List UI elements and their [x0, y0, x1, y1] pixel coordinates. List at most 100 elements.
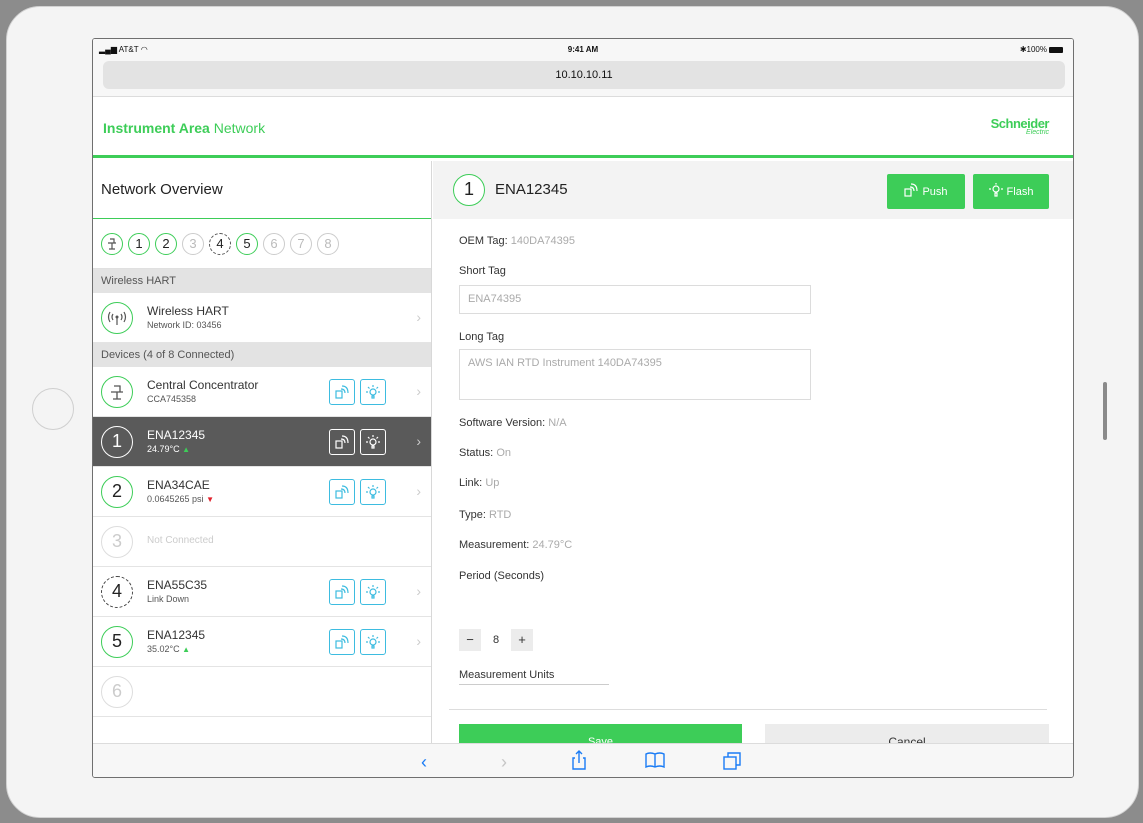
share-icon[interactable]: [571, 750, 587, 775]
chevron-right-icon: ›: [416, 633, 421, 649]
slot-7[interactable]: 7: [290, 232, 312, 255]
link-row: Link: Up: [459, 477, 500, 489]
chevron-right-icon: ›: [416, 383, 421, 399]
push-icon[interactable]: [329, 579, 355, 605]
tabs-icon[interactable]: [723, 752, 741, 775]
status-bar: ▂▄▆ AT&T ◠ 9:41 AM ✱100%: [93, 39, 1073, 59]
increment-button[interactable]: +: [511, 629, 533, 651]
list-item-sub: 35.02°C ▲: [147, 644, 191, 654]
flash-icon[interactable]: [360, 479, 386, 505]
list-item-sub: Network ID: 03456: [147, 320, 222, 330]
flash-icon[interactable]: [360, 579, 386, 605]
chevron-right-icon: ›: [416, 483, 421, 499]
chevron-right-icon: ›: [416, 583, 421, 599]
forward-icon[interactable]: ›: [501, 752, 507, 773]
list-item-sub: 0.0645265 psi ▼: [147, 494, 214, 504]
trend-up-icon: ▲: [182, 445, 191, 454]
network-overview-panel: Network Overview 1 2 3 4 5 6 7 8 Wireles…: [93, 161, 432, 743]
device-number-badge: 2: [101, 476, 133, 508]
back-icon[interactable]: ‹: [421, 752, 427, 773]
push-icon[interactable]: [329, 479, 355, 505]
row-actions: [329, 629, 386, 655]
type-row: Type: RTD: [459, 509, 512, 521]
list-item-name: ENA55C35: [147, 578, 208, 592]
concentrator-slot-icon[interactable]: [101, 232, 123, 255]
slot-6[interactable]: 6: [263, 232, 285, 255]
device-number-badge: 6: [101, 676, 133, 708]
slot-4[interactable]: 4: [209, 232, 231, 255]
flash-icon[interactable]: [360, 379, 386, 405]
panel-title: Network Overview: [93, 161, 431, 219]
app-title: Instrument Area Network: [103, 120, 266, 136]
list-item-name: ENA12345: [147, 628, 206, 642]
chevron-right-icon: ›: [416, 309, 421, 325]
slot-2[interactable]: 2: [155, 232, 177, 255]
long-tag-label: Long Tag: [459, 331, 505, 343]
list-item-device-2[interactable]: 2 ENA34CAE 0.0645265 psi ▼ ›: [93, 467, 431, 517]
period-value[interactable]: 8: [485, 629, 507, 651]
list-item-name: Central Concentrator: [147, 378, 259, 392]
list-item-device-6[interactable]: 6: [93, 667, 431, 717]
list-item-device-5[interactable]: 5 ENA12345 35.02°C ▲ ›: [93, 617, 431, 667]
decrement-button[interactable]: −: [459, 629, 481, 651]
measurement-units-label: Measurement Units: [459, 669, 555, 681]
short-tag-label: Short Tag: [459, 265, 506, 277]
device-number-badge: 1: [453, 174, 485, 206]
trend-down-icon: ▼: [206, 495, 214, 504]
push-icon[interactable]: [329, 629, 355, 655]
short-tag-input[interactable]: ENA74395: [459, 285, 811, 314]
list-item-sub: CCA745358: [147, 394, 197, 404]
url-bar[interactable]: 10.10.10.11: [103, 61, 1065, 89]
list-item-central-concentrator[interactable]: Central Concentrator CCA745358 ›: [93, 367, 431, 417]
list-item-device-3[interactable]: 3 Not Connected: [93, 517, 431, 567]
flash-button[interactable]: Flash: [973, 174, 1049, 209]
clock: 9:41 AM: [567, 45, 599, 54]
measurement-units-field[interactable]: [459, 684, 609, 685]
row-actions: [329, 479, 386, 505]
side-button: [1103, 382, 1107, 440]
push-icon[interactable]: [329, 379, 355, 405]
not-connected-label: Not Connected: [147, 535, 214, 546]
period-stepper: − 8 +: [459, 629, 533, 651]
app-header: Instrument Area Network Schneider Electr…: [93, 98, 1073, 158]
flash-icon: [988, 183, 1003, 200]
list-item-name: ENA34CAE: [147, 478, 210, 492]
flash-icon[interactable]: [360, 429, 386, 455]
push-icon[interactable]: [329, 429, 355, 455]
chevron-right-icon: ›: [416, 433, 421, 449]
slot-8[interactable]: 8: [317, 232, 339, 255]
row-actions: [329, 579, 386, 605]
list-item-name: Wireless HART: [147, 304, 229, 318]
slot-5[interactable]: 5: [236, 232, 258, 255]
list-item-sub: Link Down: [147, 594, 190, 604]
bookmarks-icon[interactable]: [645, 752, 665, 773]
device-number-badge: 3: [101, 526, 133, 558]
section-header-devices: Devices (4 of 8 Connected): [93, 343, 431, 367]
flash-icon[interactable]: [360, 629, 386, 655]
browser-toolbar: ‹ ›: [93, 743, 1073, 777]
schneider-logo: Schneider Electric: [990, 116, 1050, 136]
list-item-wireless-hart[interactable]: Wireless HART Network ID: 03456 ›: [93, 293, 431, 343]
status-row: Status: On: [459, 447, 511, 459]
device-detail-header: 1 ENA12345 Push Flash: [433, 161, 1073, 219]
divider: [449, 709, 1047, 710]
push-icon: [904, 183, 919, 200]
software-version-row: Software Version: N/A: [459, 417, 567, 429]
measurement-row: Measurement: 24.79°C: [459, 539, 573, 551]
long-tag-input[interactable]: AWS IAN RTD Instrument 140DA74395: [459, 349, 811, 400]
screen: ▂▄▆ AT&T ◠ 9:41 AM ✱100% 10.10.10.11 Ins…: [92, 38, 1074, 778]
list-item-device-1[interactable]: 1 ENA12345 24.79°C ▲ ›: [93, 417, 431, 467]
slot-3[interactable]: 3: [182, 232, 204, 255]
row-actions: [329, 379, 386, 405]
device-number-badge: 5: [101, 626, 133, 658]
battery-icon: [1049, 47, 1063, 53]
oem-tag-row: OEM Tag: 140DA74395: [459, 235, 576, 247]
device-number-badge: 4: [101, 576, 133, 608]
push-button[interactable]: Push: [887, 174, 965, 209]
bluetooth-icon: ✱: [1019, 45, 1027, 54]
period-label: Period (Seconds): [459, 570, 544, 582]
slot-1[interactable]: 1: [128, 232, 150, 255]
battery-label: ✱100%: [1020, 45, 1063, 54]
home-button[interactable]: [32, 388, 74, 430]
list-item-device-4[interactable]: 4 ENA55C35 Link Down ›: [93, 567, 431, 617]
